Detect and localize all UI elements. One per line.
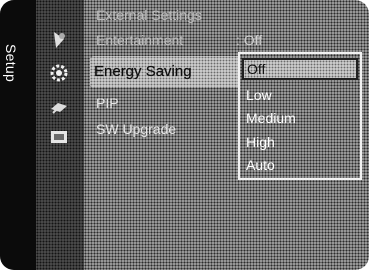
- dropdown-option-off: Off: [247, 61, 266, 77]
- energy-saving-label: Energy Saving: [94, 63, 192, 80]
- dropdown-option-high[interactable]: High: [246, 134, 275, 150]
- menu-icon-column: [36, 0, 84, 270]
- dropdown-option-auto[interactable]: Auto: [246, 157, 275, 173]
- gear-icon[interactable]: [48, 63, 70, 83]
- menu-item-pip[interactable]: PIP: [96, 95, 119, 111]
- side-tab-label: Setup: [3, 44, 19, 83]
- tv-menu-screen: Setup External Settings Entertainment : …: [0, 0, 369, 270]
- entertainment-value: : Off: [236, 32, 263, 48]
- dropdown-option-medium[interactable]: Medium: [246, 110, 296, 126]
- satellite-icon[interactable]: [48, 97, 70, 117]
- dropdown-option-low[interactable]: Low: [246, 87, 272, 103]
- menu-item-external-settings[interactable]: External Settings: [96, 7, 202, 23]
- dropdown-option-selected[interactable]: Off: [242, 58, 358, 80]
- menu-item-entertainment[interactable]: Entertainment: [96, 32, 183, 48]
- side-tab: Setup: [0, 0, 36, 270]
- picture-icon[interactable]: [48, 30, 70, 50]
- energy-saving-dropdown[interactable]: Off Low Medium High Auto: [238, 52, 362, 180]
- media-icon[interactable]: [48, 127, 70, 147]
- menu-item-sw-upgrade[interactable]: SW Upgrade: [96, 121, 176, 137]
